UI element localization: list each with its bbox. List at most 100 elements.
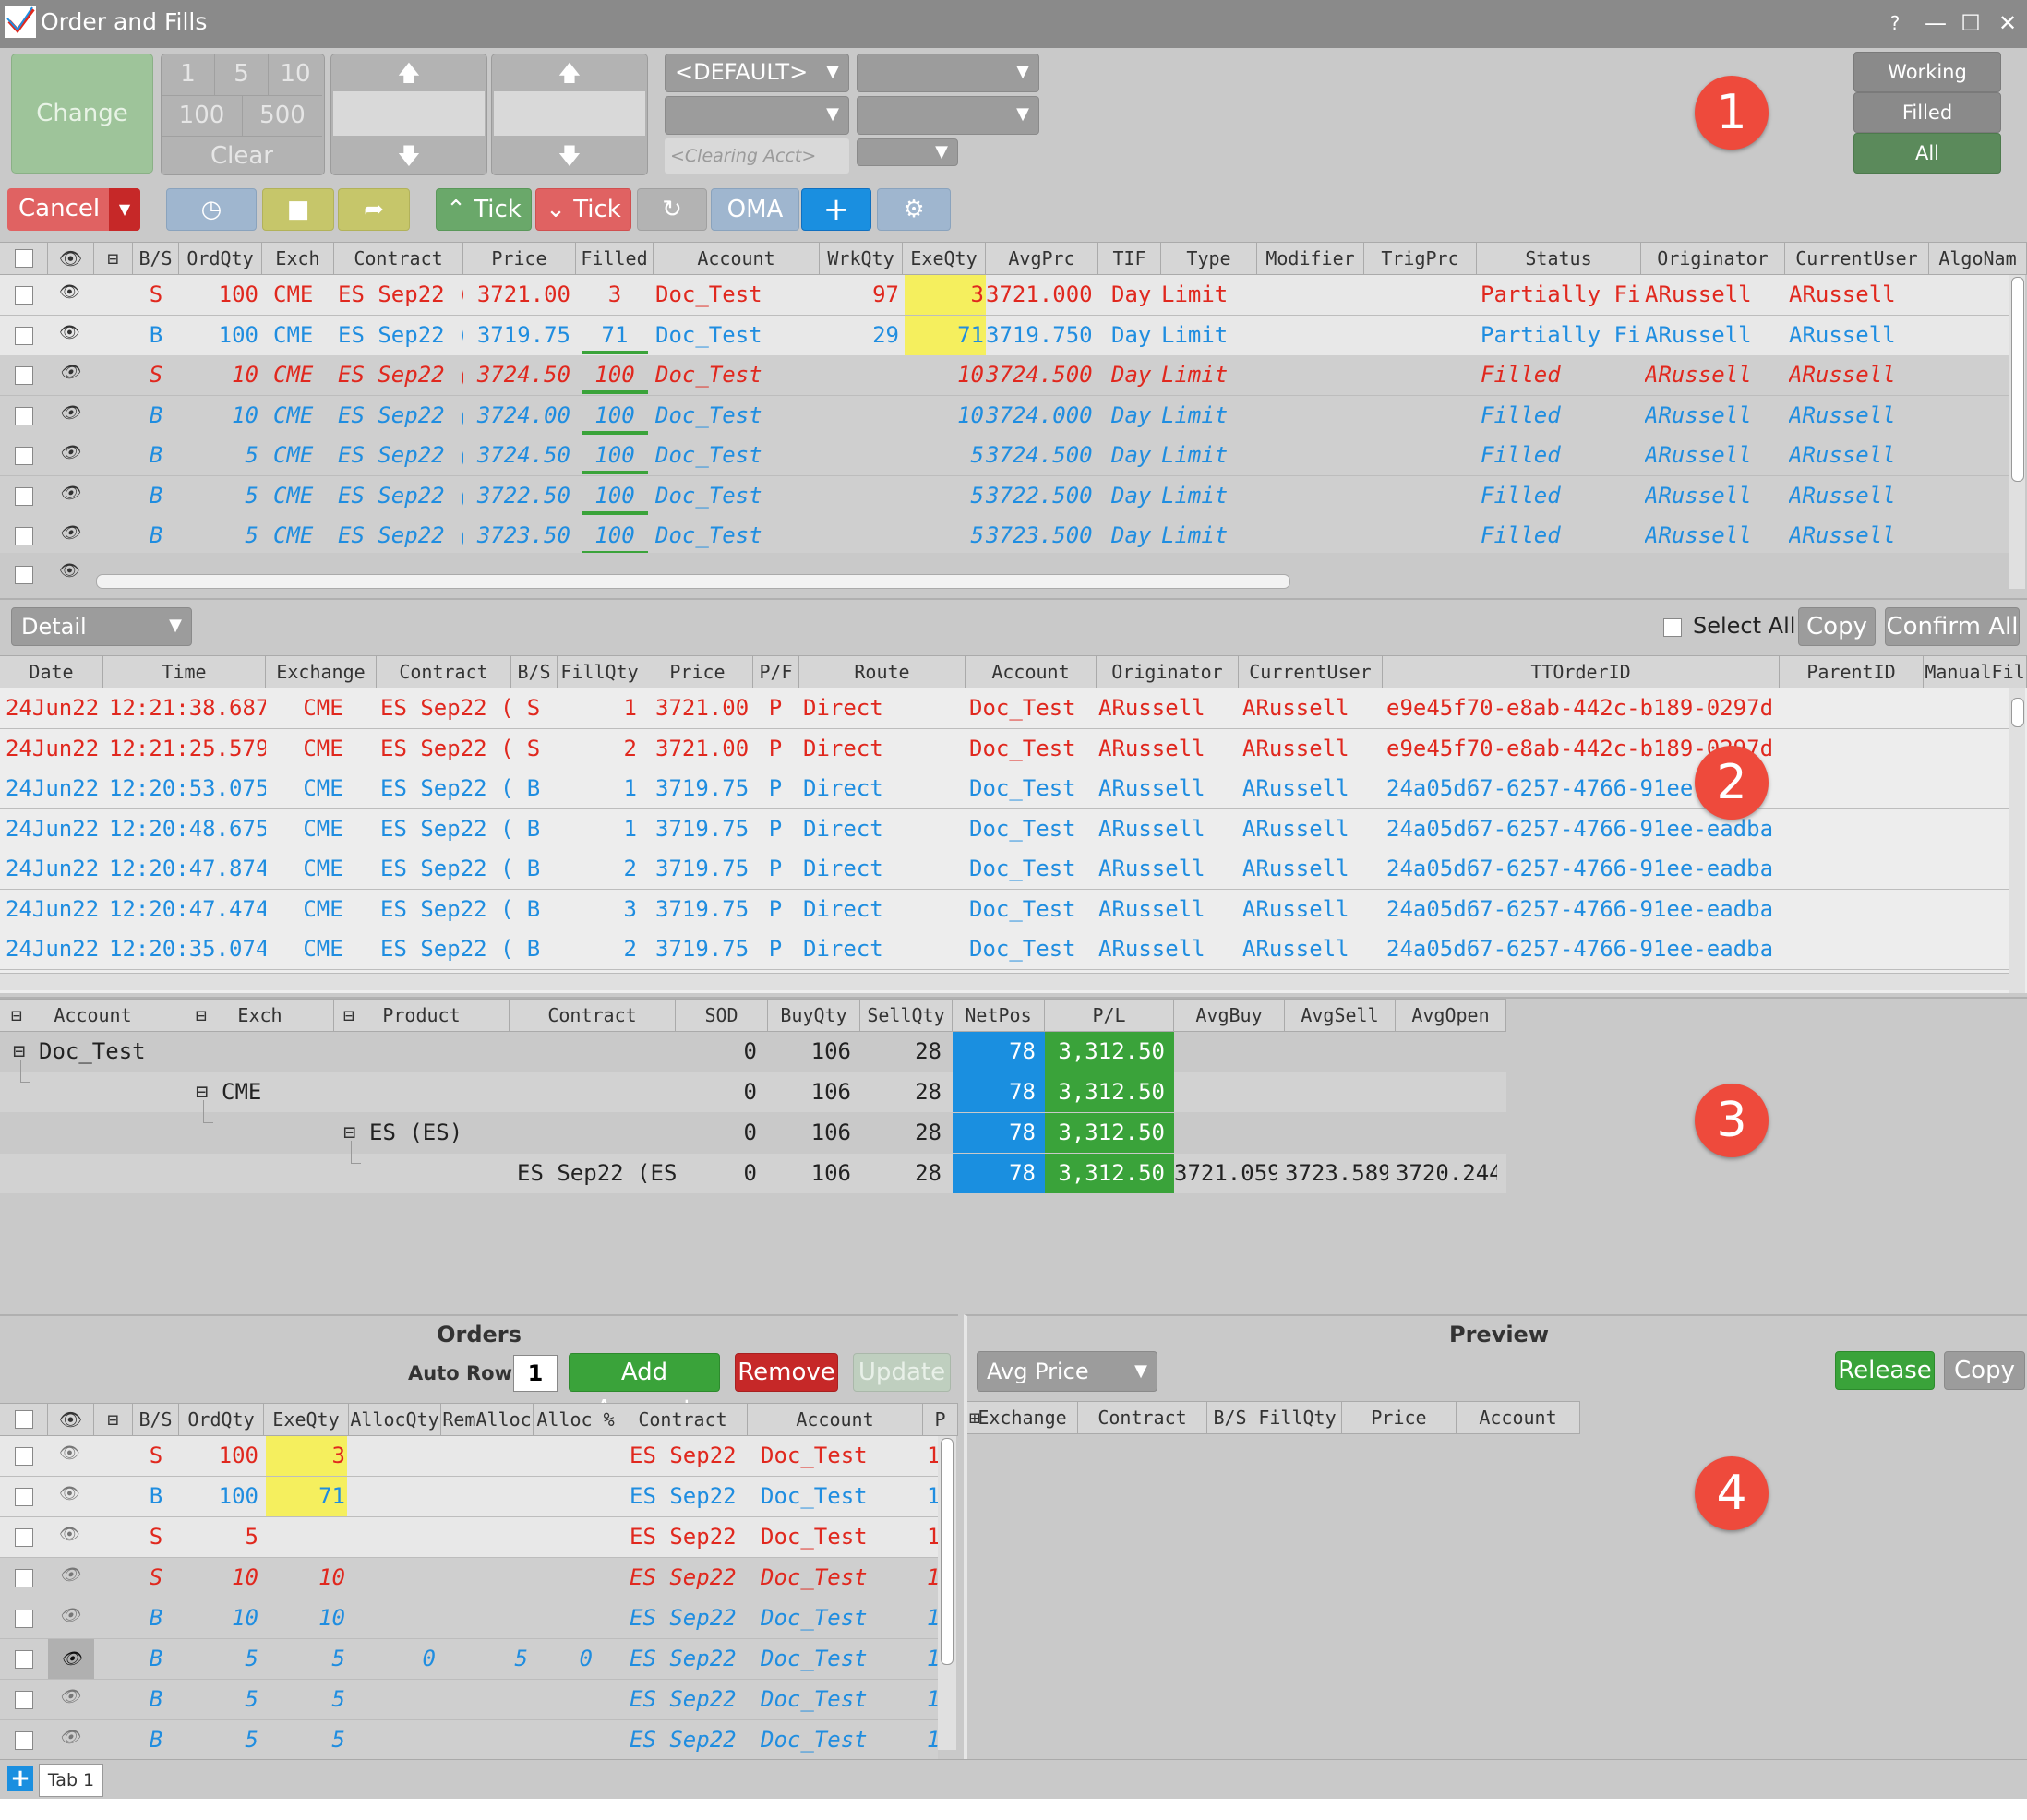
col-contract[interactable]: Contract: [618, 1404, 748, 1435]
stop-icon[interactable]: ■: [262, 188, 334, 231]
oma-button[interactable]: OMA: [711, 188, 799, 231]
filter-working-button[interactable]: Working: [1853, 52, 2001, 92]
row-checkbox[interactable]: [15, 1610, 33, 1628]
qty-500-button[interactable]: 500: [243, 95, 322, 136]
col-exch[interactable]: ⊟ Exch: [186, 1000, 334, 1031]
col-sellqty[interactable]: SellQty: [860, 1000, 953, 1031]
col-manualfill[interactable]: ManualFil: [1924, 656, 2027, 688]
eye-icon[interactable]: 👁: [59, 443, 80, 462]
row-checkbox[interactable]: [15, 406, 33, 425]
alloc-order-row[interactable]: 👁S10ES Sep22 (Doc_Test110: [0, 1558, 940, 1598]
col-avgprc[interactable]: AvgPrc: [986, 243, 1098, 274]
eye-icon[interactable]: 👁: [59, 323, 80, 342]
forward-icon[interactable]: ➦: [338, 188, 410, 231]
order-row[interactable]: 👁 B 100 CME ES Sep22 (3719.75 71 Doc_Test 29 371…: [0, 315, 2009, 356]
qty-10-button[interactable]: 10: [269, 54, 322, 95]
select-all-fills-checkbox[interactable]: [1663, 618, 1682, 637]
cancel-dropdown-icon[interactable]: ▼: [109, 188, 140, 231]
col-exeqty[interactable]: ExeQty: [903, 243, 986, 274]
col-pf[interactable]: P/F: [753, 656, 799, 688]
collapse-icon[interactable]: ⊟: [94, 1404, 133, 1435]
select-all-checkbox[interactable]: [0, 243, 48, 274]
col-buyqty[interactable]: BuyQty: [768, 1000, 860, 1031]
col-account[interactable]: ⊟ Account: [0, 1000, 186, 1031]
col-exchange[interactable]: ⊞ Exchange: [967, 1402, 1078, 1433]
release-button[interactable]: Release: [1835, 1351, 1935, 1390]
col-fillqty[interactable]: FillQty: [558, 656, 642, 688]
orders-vertical-scrollbar[interactable]: [2009, 275, 2025, 589]
col-bs[interactable]: B/S: [1207, 1402, 1253, 1433]
alloc-order-row[interactable]: 👁S5ES Sep22 (Doc_Test1: [0, 1517, 940, 1558]
fill-row[interactable]: 24Jun22 12:20:47.874 CME ES Sep22 (B 2 3719.7…: [0, 849, 2009, 890]
col-netpos[interactable]: NetPos: [953, 1000, 1045, 1031]
fills-horizontal-scrollbar[interactable]: [0, 973, 2009, 990]
eye-icon[interactable]: 👁: [59, 1606, 80, 1625]
confirm-all-button[interactable]: Confirm All: [1885, 607, 2020, 646]
eye-icon[interactable]: 👁: [59, 403, 80, 423]
tick-down-button[interactable]: ⌄ Tick: [535, 188, 631, 231]
collapse-icon[interactable]: ⊟: [343, 1000, 354, 1031]
price-input[interactable]: [494, 91, 645, 136]
fill-row[interactable]: 24Jun22 12:20:48.675 CME ES Sep22 (B 1 3719.7…: [0, 808, 2009, 850]
maximize-icon[interactable]: ☐: [1957, 9, 1985, 37]
eye-icon[interactable]: 👁: [59, 1565, 80, 1585]
col-price[interactable]: Price: [1342, 1402, 1457, 1433]
add-account-button[interactable]: Add Account: [569, 1353, 720, 1423]
order-row[interactable]: 👁 B 5 CME ES Sep22 (3722.50 100 Doc_Test 3722.5…: [0, 475, 2009, 517]
qty-input[interactable]: [333, 91, 485, 136]
col-date[interactable]: Date: [0, 656, 103, 688]
row-checkbox[interactable]: [15, 326, 33, 345]
row-checkbox[interactable]: [15, 1569, 33, 1587]
position-row[interactable]: ⊟ ES (ES) 0 106 28 78 3,312.50: [0, 1100, 1506, 1153]
col-remalloc[interactable]: RemAlloc: [441, 1404, 534, 1435]
col-trigprc[interactable]: TrigPrc: [1364, 243, 1477, 274]
order-row[interactable]: 👁 B 5 CME ES Sep22 (3724.50 100 Doc_Test 3724.5…: [0, 436, 2009, 476]
col-route[interactable]: Route: [799, 656, 966, 688]
position-row[interactable]: ES Sep22 (ES 0 106 28 3721.059 3723.589 3720.2…: [0, 1141, 1506, 1193]
col-wrkqty[interactable]: WrkQty: [820, 243, 903, 274]
col-account[interactable]: Account: [966, 656, 1097, 688]
collapse-icon[interactable]: ⊟: [94, 243, 133, 274]
help-icon[interactable]: ?: [1881, 9, 1909, 37]
algo-icon[interactable]: ⚙: [877, 188, 951, 231]
order-row[interactable]: 👁 S 10 CME ES Sep22 (3724.50 100 Doc_Test 3724.…: [0, 355, 2009, 396]
add-icon[interactable]: +: [801, 188, 871, 231]
col-filled[interactable]: Filled: [576, 243, 654, 274]
fills-scroll-thumb[interactable]: [2011, 698, 2024, 727]
col-p[interactable]: P: [923, 1404, 958, 1435]
eye-icon[interactable]: 👁: [59, 523, 80, 543]
preview-copy-button[interactable]: Copy: [1944, 1351, 2025, 1390]
fill-row[interactable]: 24Jun22 12:20:47.474 CME ES Sep22 (B 3 3719.7…: [0, 889, 2009, 930]
col-contract[interactable]: Contract: [510, 1000, 676, 1031]
fill-row[interactable]: 24Jun22 12:21:38.687 CME ES Sep22 (S 1 3721.0…: [0, 688, 2009, 729]
modifier-dropdown[interactable]: ▼: [857, 138, 958, 166]
refresh-icon[interactable]: ↻: [637, 188, 707, 231]
col-originator[interactable]: Originator: [1641, 243, 1785, 274]
order-row[interactable]: 👁 S 100 CME ES Sep22 (3721.00 3 Doc_Test 97 3721…: [0, 275, 2009, 316]
col-modifier[interactable]: Modifier: [1257, 243, 1364, 274]
col-bs[interactable]: B/S: [511, 656, 558, 688]
fills-copy-button[interactable]: Copy: [1798, 607, 1876, 646]
row-checkbox[interactable]: [15, 447, 33, 465]
col-type[interactable]: Type: [1161, 243, 1257, 274]
col-price[interactable]: Price: [642, 656, 753, 688]
row-checkbox[interactable]: [15, 486, 33, 506]
qty-100-button[interactable]: 100: [162, 95, 243, 136]
account-dropdown[interactable]: <DEFAULT> ▼: [665, 54, 849, 92]
qty-1-button[interactable]: 1: [162, 54, 215, 95]
col-tif[interactable]: TIF: [1098, 243, 1161, 274]
col-bs[interactable]: B/S: [133, 1404, 179, 1435]
fill-row[interactable]: 24Jun22 12:20:35.074 CME ES Sep22 (B 2 3719.7…: [0, 929, 2009, 970]
alloc-order-row[interactable]: 👁B5ES Sep22 (Doc_Test15: [0, 1720, 940, 1761]
eye-icon[interactable]: 👁: [59, 1687, 80, 1706]
row-checkbox[interactable]: [15, 1447, 33, 1466]
alloc-order-row[interactable]: 👁B5ES Sep22 (Doc_Test15: [0, 1680, 940, 1720]
row-checkbox[interactable]: [15, 527, 33, 545]
collapse-icon[interactable]: ⊞: [969, 1402, 980, 1433]
qty-5-button[interactable]: 5: [215, 54, 269, 95]
alloc-order-row[interactable]: 👁B10ES Sep22 (Doc_Test110: [0, 1598, 940, 1639]
eye-icon[interactable]: 👁: [48, 1639, 94, 1679]
secondary-dropdown[interactable]: ▼: [665, 96, 849, 135]
order-type-dropdown[interactable]: ▼: [857, 54, 1039, 92]
alloc-order-row[interactable]: 👁B100ES Sep22 (Doc_Test171: [0, 1477, 940, 1517]
